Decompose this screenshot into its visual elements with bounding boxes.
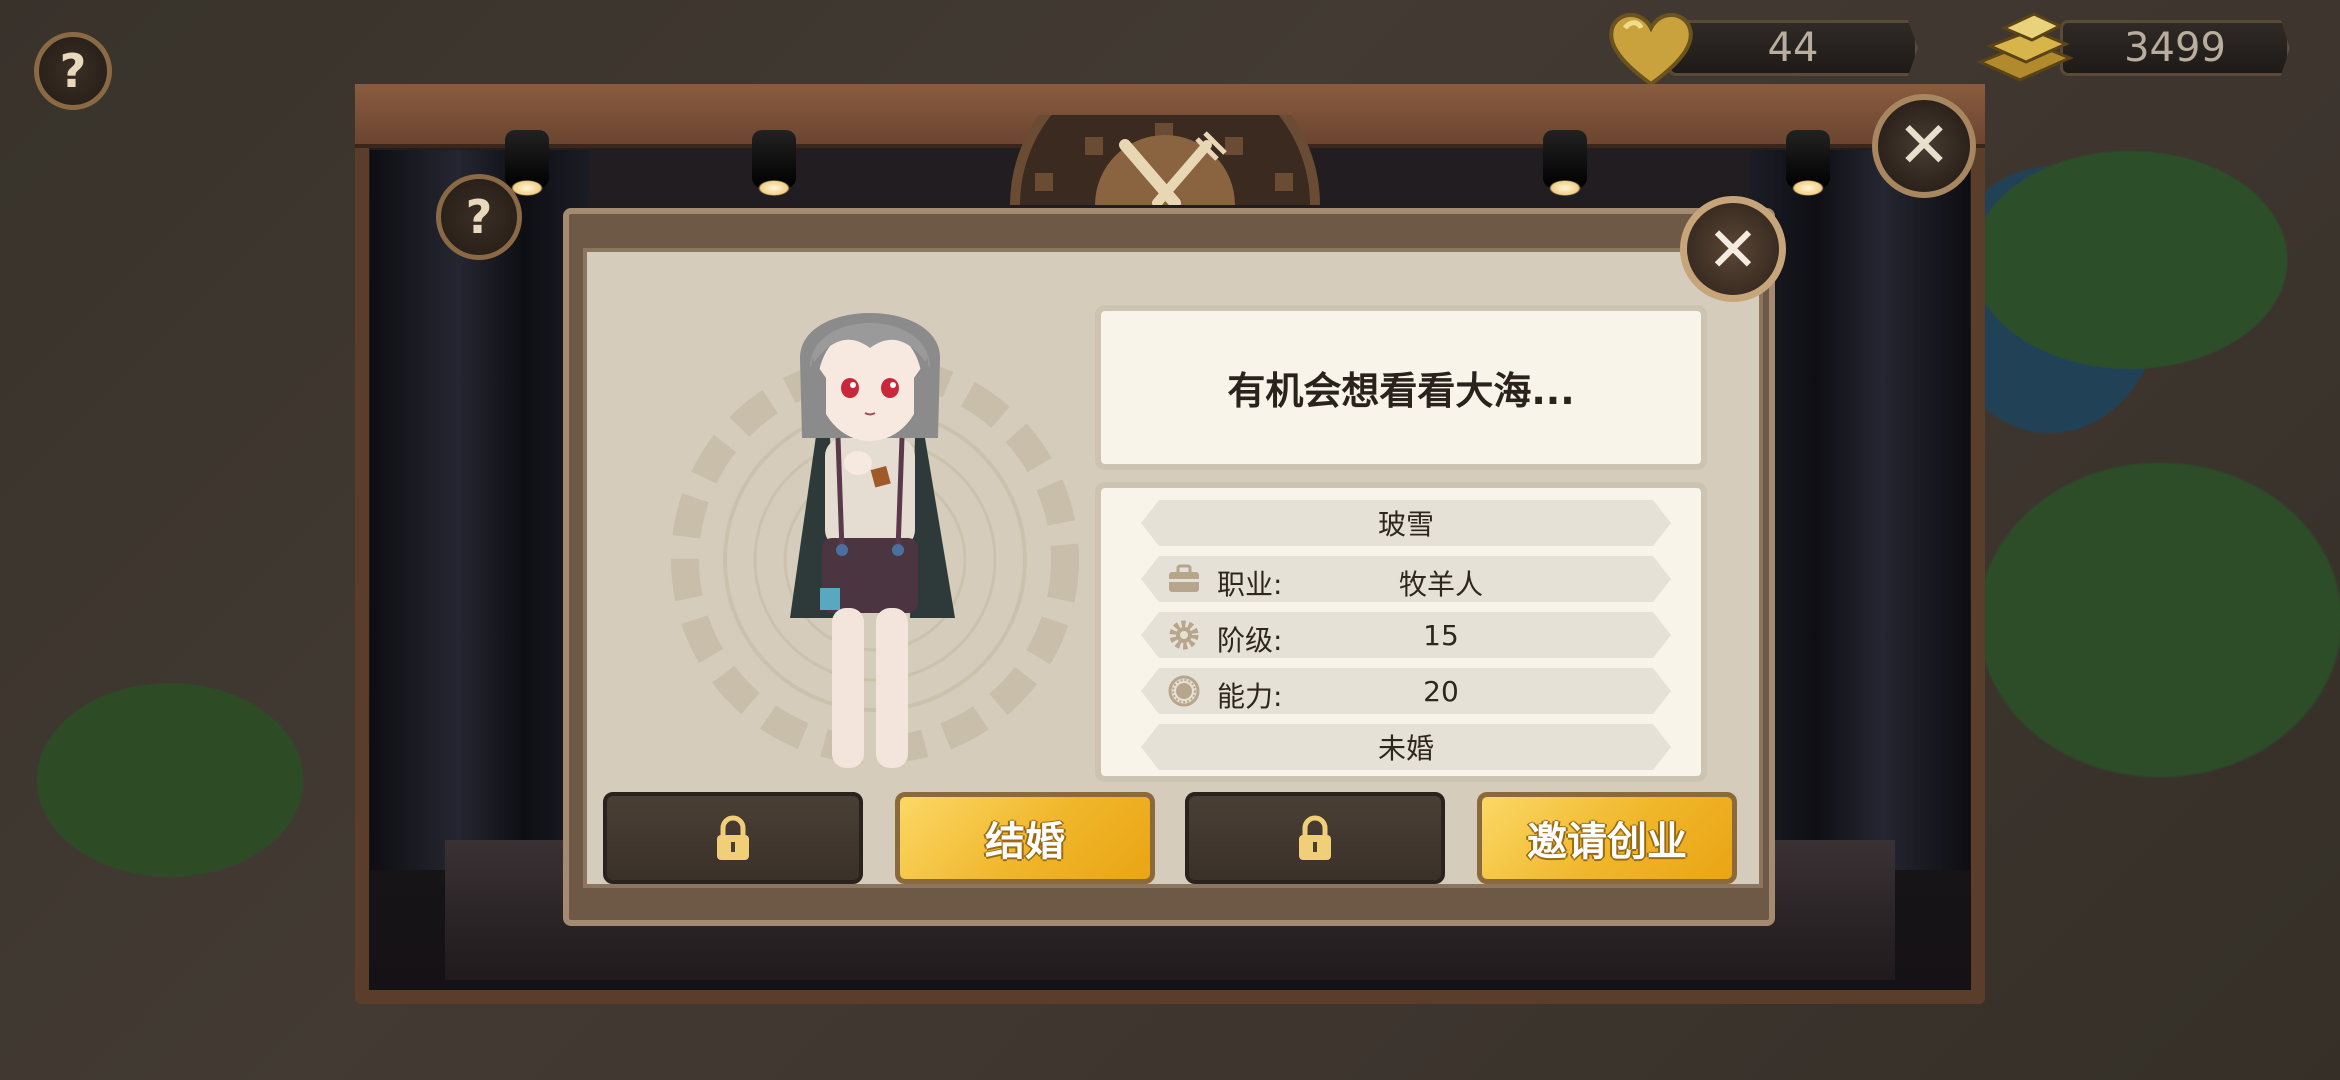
rank-value: 15 (1423, 619, 1459, 652)
marry-label: 结婚 (985, 819, 1065, 865)
marry-button[interactable]: 结婚 (895, 792, 1155, 884)
help-icon: ? (465, 190, 493, 244)
gear-icon (1167, 619, 1201, 651)
knife-fork-gear-icon (1010, 115, 1320, 205)
invite-label: 邀请创业 (1527, 819, 1687, 865)
heart-icon (1609, 13, 1693, 87)
gold-bars-icon (1976, 12, 2074, 82)
spotlight-icon (1543, 130, 1587, 196)
invite-business-button[interactable]: 邀请创业 (1477, 792, 1737, 884)
job-row: 职业: 牧羊人 (1141, 556, 1671, 602)
help-icon: ? (59, 44, 87, 98)
character-quote: 有机会想看看大海... (1095, 305, 1707, 470)
ability-value: 20 (1423, 675, 1459, 708)
stage-close-button[interactable]: ✕ (1872, 94, 1976, 198)
ability-row: 能力: 20 (1141, 668, 1671, 714)
spotlight-icon (1786, 130, 1830, 196)
lock-icon (717, 815, 749, 860)
marital-status: 未婚 (1377, 732, 1434, 765)
locked-slot-button[interactable] (603, 792, 863, 884)
help-button[interactable]: ? (34, 32, 112, 110)
name-row: 玻雪 (1141, 500, 1671, 546)
character-info: 玻雪 职业: 牧羊人 阶级: 15 能力: 20 未婚 (1095, 482, 1707, 782)
locked-slot-button[interactable] (1185, 792, 1445, 884)
hearts-counter: 44 (1668, 20, 1918, 76)
dialog-close-button[interactable]: ✕ (1680, 196, 1786, 302)
ability-label: 能力: (1217, 680, 1283, 713)
spotlight-icon (505, 130, 549, 196)
character-portrait (790, 313, 955, 768)
quote-text: 有机会想看看大海... (1227, 369, 1575, 413)
job-label: 职业: (1217, 568, 1283, 601)
character-name: 玻雪 (1377, 508, 1434, 541)
job-value: 牧羊人 (1398, 568, 1483, 601)
stage-help-button[interactable]: ? (436, 174, 522, 260)
lock-icon (1299, 815, 1331, 860)
sun-badge-icon (1167, 675, 1201, 707)
rank-label: 阶级: (1217, 624, 1283, 657)
briefcase-icon (1167, 563, 1201, 595)
spotlight-icon (752, 130, 796, 196)
gold-counter: 3499 (2060, 20, 2290, 76)
gold-value: 3499 (2124, 25, 2226, 71)
hearts-value: 44 (1767, 25, 1819, 71)
close-icon: ✕ (1707, 212, 1759, 286)
marital-row: 未婚 (1141, 724, 1671, 770)
rank-row: 阶级: 15 (1141, 612, 1671, 658)
close-icon: ✕ (1897, 109, 1951, 183)
